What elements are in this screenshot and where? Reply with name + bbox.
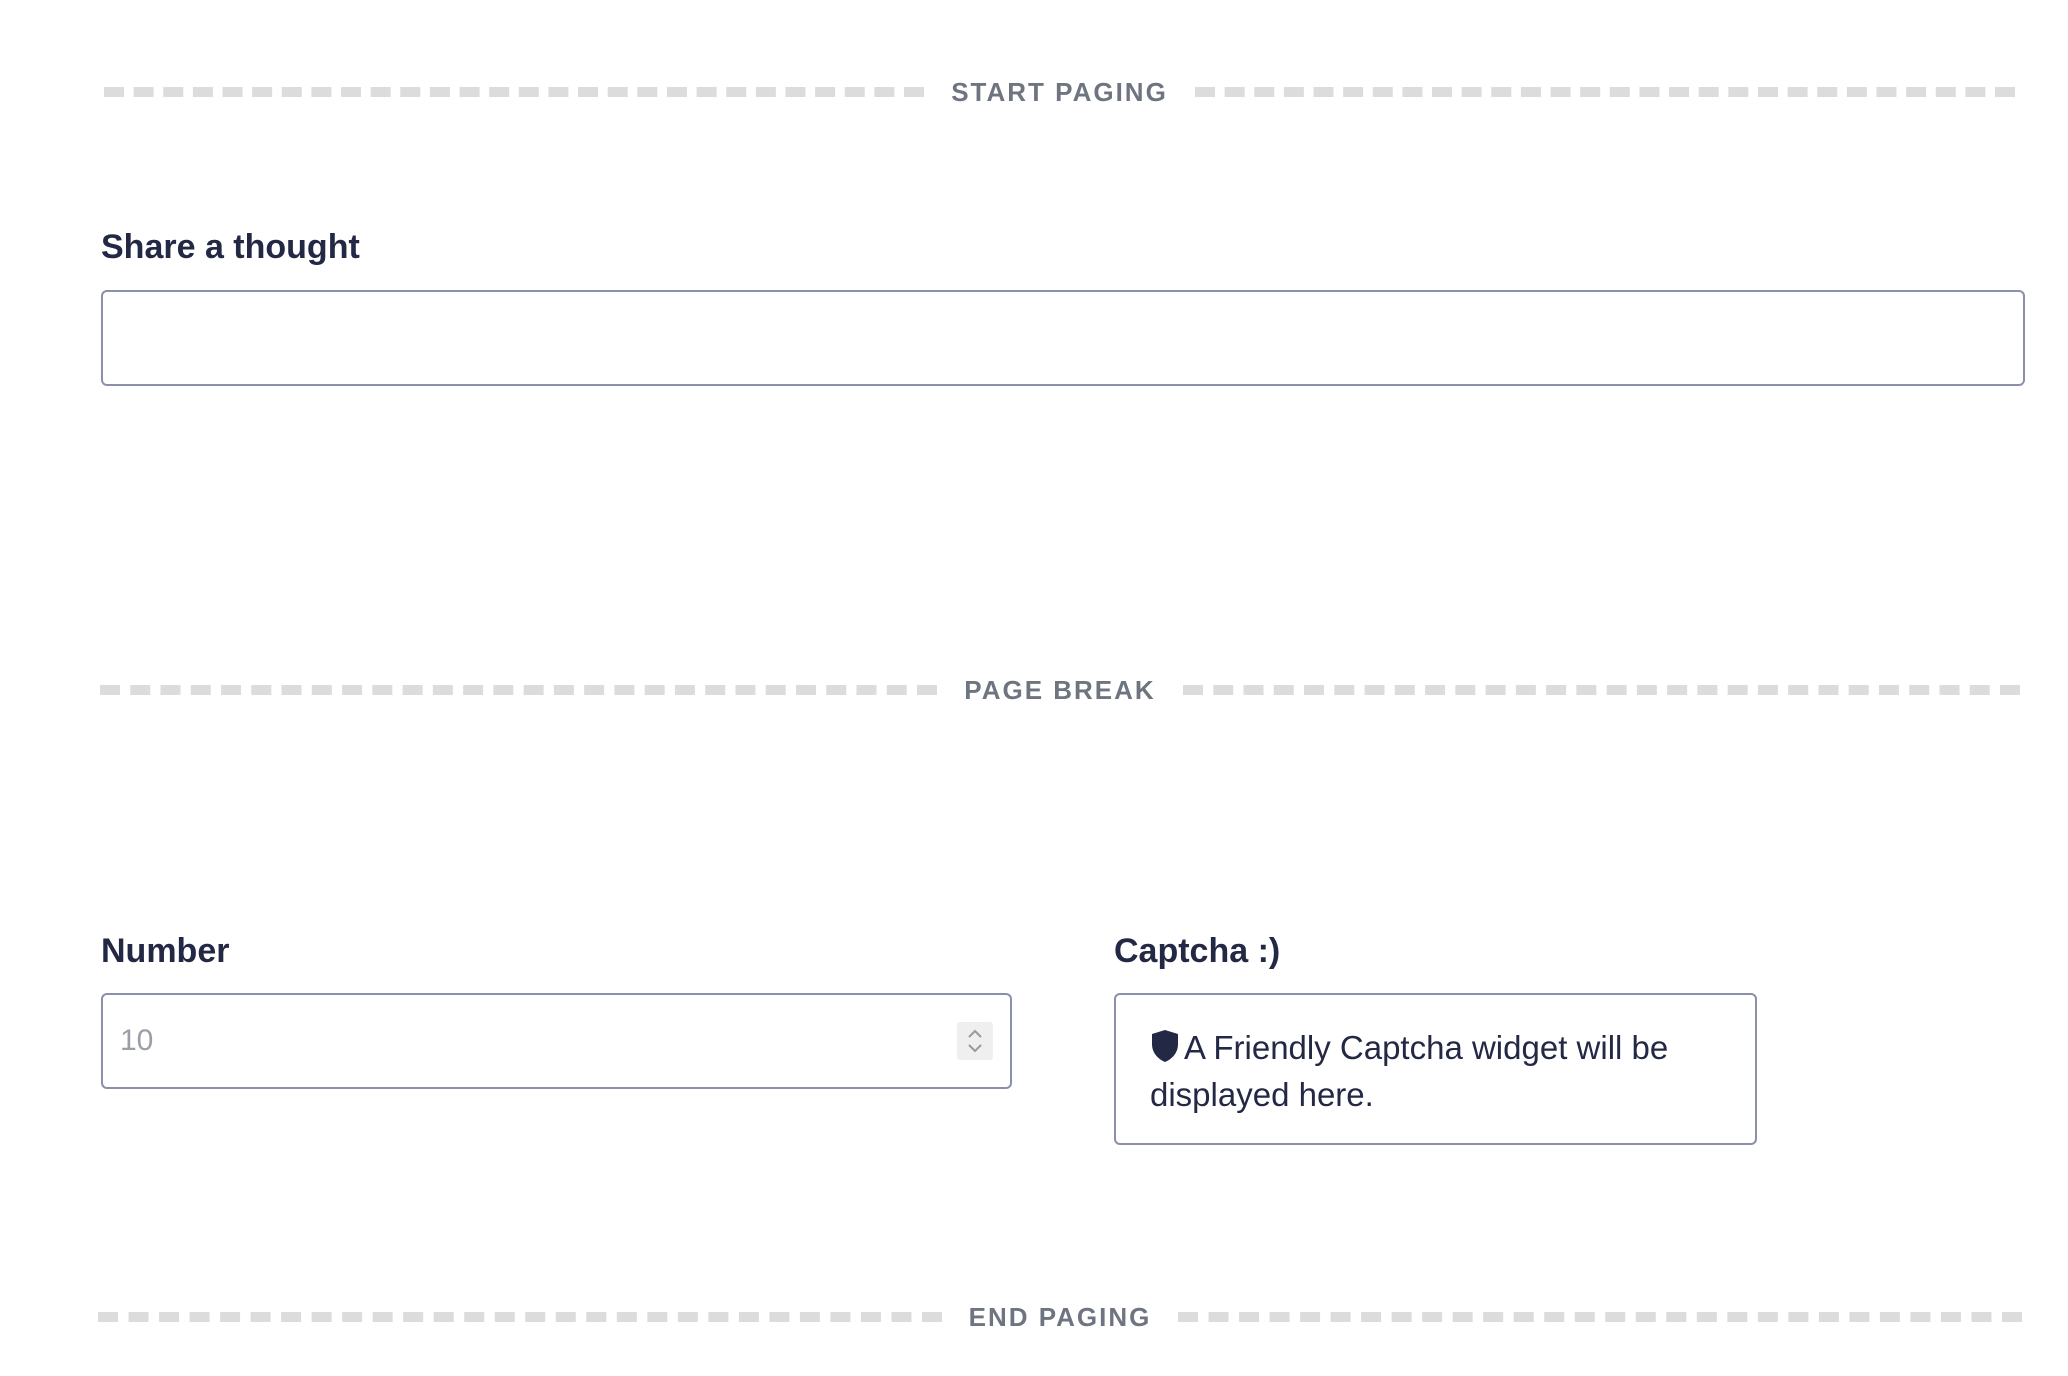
end-paging-label: END PAGING — [968, 1301, 1152, 1332]
captcha-label: Captcha :) — [1114, 932, 1281, 970]
number-input[interactable] — [103, 995, 957, 1087]
separator-line — [1182, 685, 2020, 695]
shield-icon — [1150, 1029, 1180, 1073]
separator-line — [1178, 1312, 2023, 1322]
page-break-separator: PAGE BREAK — [100, 675, 2020, 705]
share-thought-input[interactable] — [101, 290, 2025, 386]
share-thought-label: Share a thought — [101, 228, 360, 266]
start-paging-separator: START PAGING — [104, 77, 2015, 107]
number-stepper[interactable] — [957, 1022, 993, 1060]
end-paging-separator: END PAGING — [98, 1301, 2023, 1332]
page-break-label: PAGE BREAK — [964, 674, 1156, 705]
chevron-up-icon[interactable] — [967, 1029, 983, 1039]
form-page: START PAGING Share a thought PAGE BREAK … — [0, 0, 2068, 1376]
start-paging-label: START PAGING — [951, 76, 1168, 107]
captcha-widget-placeholder: A Friendly Captcha widget will be displa… — [1114, 993, 1757, 1145]
separator-line — [98, 1312, 942, 1322]
number-field — [101, 993, 1012, 1089]
separator-line — [1194, 87, 2015, 97]
captcha-message: A Friendly Captcha widget will be displa… — [1150, 1029, 1669, 1113]
separator-line — [104, 87, 925, 97]
chevron-down-icon[interactable] — [967, 1043, 983, 1053]
number-label: Number — [101, 932, 230, 970]
separator-line — [100, 685, 938, 695]
